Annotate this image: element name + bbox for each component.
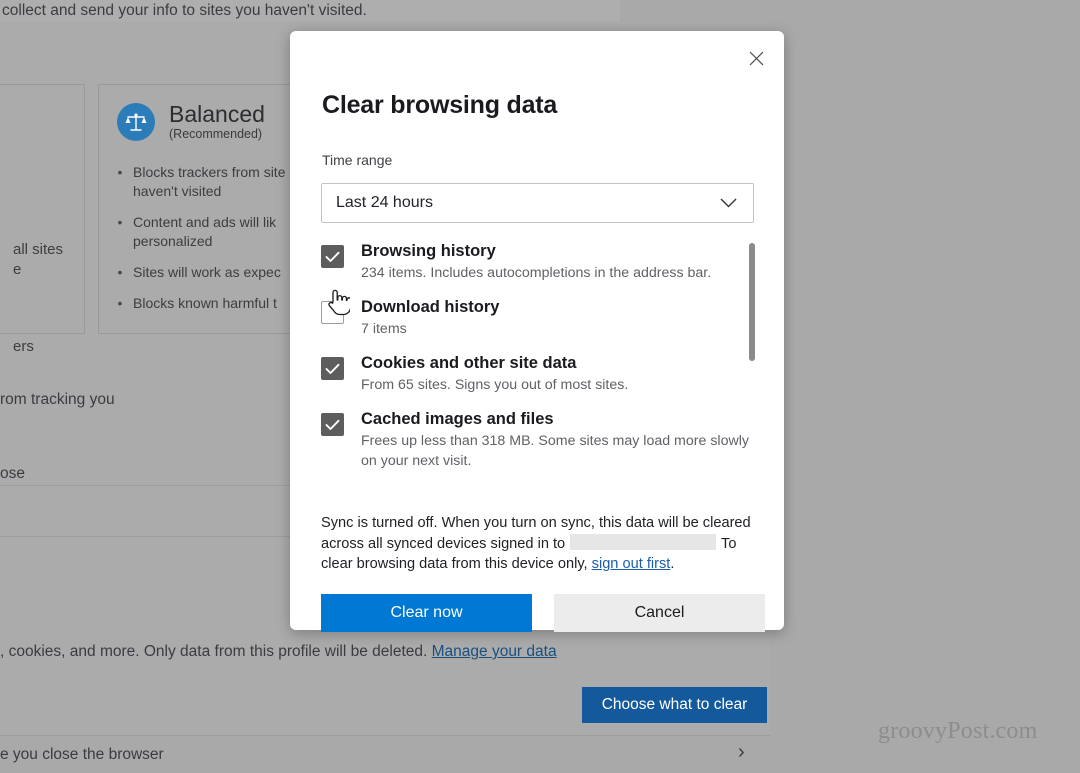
list-item[interactable]: Browsing history 234 items. Includes aut…: [321, 239, 755, 283]
chevron-down-icon: [720, 198, 753, 208]
list-item[interactable]: Cached images and files Frees up less th…: [321, 407, 755, 471]
divider: [0, 735, 770, 736]
watermark: groovyPost.com: [878, 718, 1038, 744]
clear-now-button[interactable]: Clear now: [321, 594, 532, 632]
option-description: From 65 sites. Signs you out of most sit…: [361, 377, 629, 393]
bullet-text: Blocks known harmful t: [133, 295, 277, 311]
sync-status-note: Sync is turned off. When you turn on syn…: [321, 513, 757, 575]
sign-out-first-link[interactable]: sign out first: [592, 556, 671, 572]
option-title: Browsing history: [361, 242, 496, 260]
option-text: Browsing history 234 items. Includes aut…: [361, 239, 755, 283]
checkbox-cached-images-and-files[interactable]: [321, 413, 344, 436]
checkbox-download-history[interactable]: [321, 301, 344, 324]
option-title: Download history: [361, 298, 500, 316]
time-range-select[interactable]: Last 24 hours: [321, 183, 754, 223]
option-text: Download history 7 items: [361, 295, 755, 339]
card-subtitle: (Recommended): [169, 127, 263, 141]
clear-data-description-text: , cookies, and more. Only data from this…: [0, 643, 432, 660]
chevron-right-icon[interactable]: ›: [738, 742, 745, 762]
option-title: Cached images and files: [361, 410, 554, 428]
background-top-text: collect and send your info to sites you …: [0, 0, 620, 22]
bullet-text: Blocks trackers from site haven't visite…: [133, 164, 286, 199]
tracking-prevention-card-strict[interactable]: all sites e ers: [0, 84, 85, 355]
close-browser-row-label: e you close the browser: [0, 746, 164, 763]
checkbox-cookies-and-site-data[interactable]: [321, 357, 344, 380]
bullet-dot: •: [117, 164, 123, 180]
manage-your-data-link[interactable]: Manage your data: [432, 643, 557, 660]
option-text: Cached images and files Frees up less th…: [361, 407, 755, 471]
option-description: 234 items. Includes autocompletions in t…: [361, 265, 712, 281]
card-left-fragment-3: ers: [13, 338, 34, 355]
scrollbar-thumb[interactable]: [749, 243, 755, 361]
option-text: Cookies and other site data From 65 site…: [361, 351, 755, 395]
dialog-actions: Clear now Cancel: [321, 594, 765, 632]
option-title: Cookies and other site data: [361, 354, 577, 372]
card-left-fragment-2: e: [13, 261, 22, 278]
list-item[interactable]: Cookies and other site data From 65 site…: [321, 351, 755, 395]
clear-data-description: , cookies, and more. Only data from this…: [0, 642, 557, 662]
bullet-text: Content and ads will lik personalized: [133, 214, 277, 249]
background-row-tracking: rom tracking you: [0, 391, 115, 408]
list-item[interactable]: Download history 7 items: [321, 295, 755, 339]
redacted-account-email: [570, 533, 717, 550]
choose-what-to-clear-button[interactable]: Choose what to clear: [582, 687, 767, 723]
time-range-label: Time range: [322, 152, 393, 168]
bullet-dot: •: [117, 264, 123, 280]
close-icon[interactable]: [736, 39, 776, 77]
card-left-fragment-1: all sites: [13, 241, 64, 258]
card-title: Balanced: [169, 101, 265, 127]
screen: collect and send your info to sites you …: [0, 0, 1080, 773]
background-row-ose: ose: [0, 465, 25, 482]
sync-note-part3: .: [670, 556, 675, 572]
time-range-selected-value: Last 24 hours: [336, 194, 433, 211]
balance-scale-icon: [117, 102, 155, 141]
card-title-group: Balanced (Recommended): [169, 101, 265, 142]
card-header: Balanced (Recommended): [117, 101, 265, 142]
bullet-dot: •: [117, 295, 123, 311]
data-types-list: Browsing history 234 items. Includes aut…: [321, 239, 755, 499]
bullet-dot: •: [117, 214, 123, 230]
checkbox-browsing-history[interactable]: [321, 245, 344, 268]
page-title: Clear browsing data: [322, 91, 558, 119]
clear-browsing-data-dialog: Clear browsing data Time range Last 24 h…: [290, 31, 784, 632]
option-description: 7 items: [361, 321, 407, 337]
cancel-button[interactable]: Cancel: [554, 594, 765, 632]
list-scrollbar[interactable]: [749, 239, 755, 491]
option-description: Frees up less than 318 MB. Some sites ma…: [361, 433, 749, 469]
bullet-text: Sites will work as expec: [133, 264, 281, 280]
